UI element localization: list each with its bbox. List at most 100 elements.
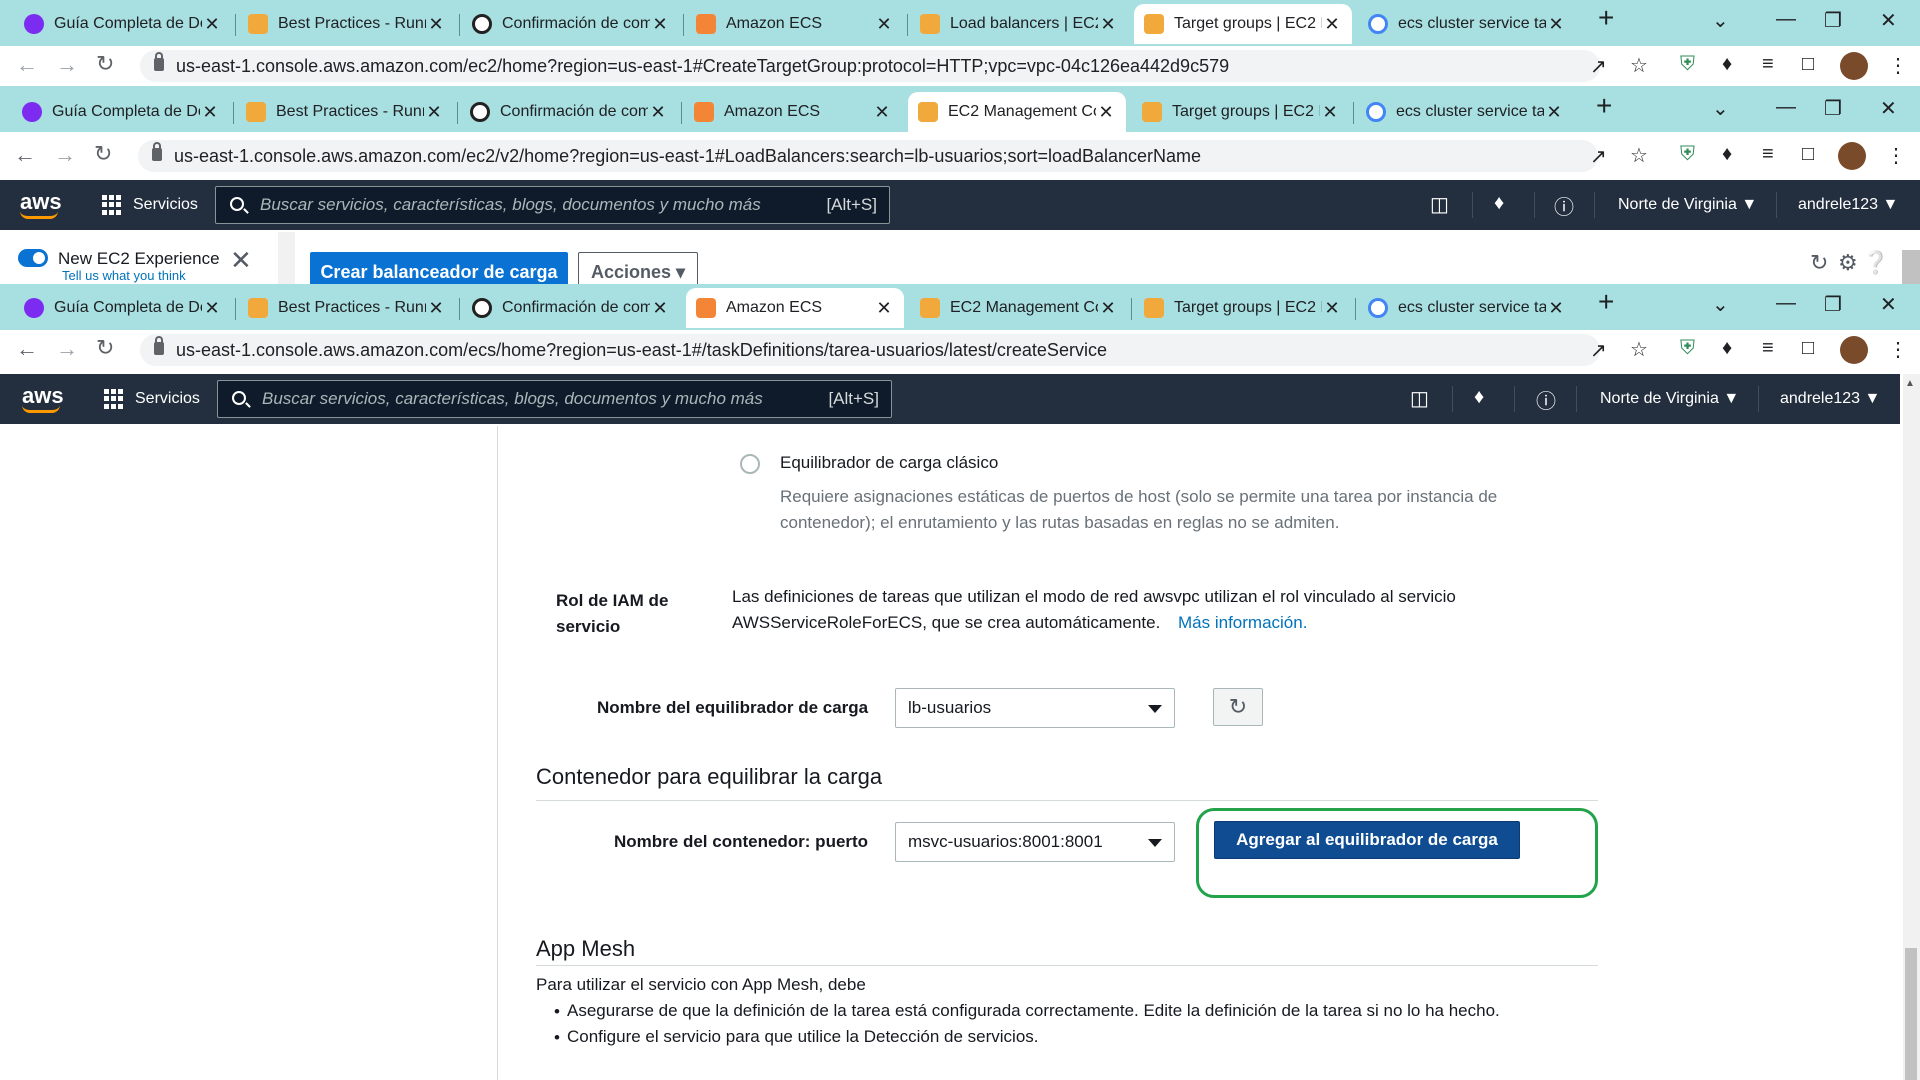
puzzle-icon[interactable]: ♦ [1722,337,1732,360]
restore-icon[interactable]: ❐ [1824,96,1842,121]
browser-tab[interactable]: Load balancers | EC2 M✕ [910,4,1128,44]
close-tab-icon[interactable]: ✕ [648,102,668,123]
close-tab-icon[interactable]: ✕ [1098,298,1118,319]
browser-tab[interactable]: Target groups | EC2 M ✕ [1134,288,1352,328]
close-window-icon[interactable]: ✕ [1880,96,1897,121]
account-menu[interactable]: andrele123 ▼ [1798,196,1898,214]
browser-tab[interactable]: ecs cluster service tas ✕ [1358,288,1576,328]
browser-tab[interactable]: ecs cluster service tas ✕ [1356,92,1574,132]
browser-tab[interactable]: Amazon ECS ✕ [684,92,902,132]
menu-icon[interactable]: ⋮ [1888,53,1908,78]
sidepanel-icon[interactable]: □ [1802,143,1814,166]
classic-lb-radio[interactable] [740,454,760,474]
close-tab-icon[interactable]: ✕ [1096,102,1116,123]
restore-icon[interactable]: ❐ [1824,292,1842,317]
aws-logo[interactable]: aws [20,189,62,219]
close-tab-icon[interactable]: ✕ [1544,102,1564,123]
browser-tab[interactable]: Amazon ECS ✕ [686,4,904,44]
close-tab-icon[interactable]: ✕ [200,102,220,123]
close-tab-icon[interactable]: ✕ [1546,298,1566,319]
forward-icon[interactable]: → [56,336,78,362]
reload-icon[interactable]: ↻ [96,335,114,361]
browser-tab[interactable]: Confirmación de com ✕ [462,4,680,44]
media-icon[interactable]: ≡ [1762,337,1774,360]
sidepanel-icon[interactable]: □ [1802,53,1814,76]
cloudshell-icon[interactable]: ◫ [1410,386,1429,411]
close-tab-icon[interactable]: ✕ [872,102,892,123]
region-selector[interactable]: Norte de Virginia ▼ [1618,196,1757,214]
chevron-down-icon[interactable]: ⌄ [1712,292,1729,317]
close-tab-icon[interactable]: ✕ [1320,102,1340,123]
browser-tab[interactable]: Confirmación de com ✕ [462,288,680,328]
close-tab-icon[interactable]: ✕ [650,298,670,319]
new-tab-icon[interactable]: + [1596,90,1612,122]
close-window-icon[interactable]: ✕ [1880,292,1897,317]
browser-tab[interactable]: Target groups | EC2 M ✕ [1134,4,1352,44]
new-tab-icon[interactable]: + [1598,2,1614,34]
star-icon[interactable]: ☆ [1630,337,1648,362]
close-window-icon[interactable]: ✕ [1880,8,1897,33]
refresh-lb-button[interactable]: ↻ [1213,688,1263,726]
close-tab-icon[interactable]: ✕ [1546,14,1566,35]
container-port-select[interactable]: msvc-usuarios:8001:8001 [895,822,1175,862]
browser-tab[interactable]: Target groups | EC2 M ✕ [1132,92,1350,132]
services-menu[interactable]: Servicios [135,390,200,408]
shield-extension-icon[interactable]: ⛨ [1680,143,1695,166]
close-tab-icon[interactable]: ✕ [874,14,894,35]
services-menu[interactable]: Servicios [133,196,198,214]
forward-icon[interactable]: → [56,52,78,78]
aws-logo[interactable]: aws [22,383,64,413]
media-icon[interactable]: ≡ [1762,53,1774,76]
add-to-load-balancer-button[interactable]: Agregar al equilibrador de carga [1214,821,1520,859]
aws-search-input[interactable]: Buscar servicios, características, blogs… [215,186,890,224]
notifications-icon[interactable]: ♦ [1494,192,1504,215]
browser-tab[interactable]: Guía Completa de Do ✕ [12,92,230,132]
region-selector[interactable]: Norte de Virginia ▼ [1600,390,1739,408]
sidepanel-icon[interactable]: □ [1802,337,1814,360]
scrollbar-thumb[interactable] [1902,250,1920,286]
close-icon[interactable]: ✕ [230,245,252,276]
aws-search-input[interactable]: Buscar servicios, características, blogs… [217,380,892,418]
help-icon[interactable]: ⓘ [1536,385,1556,414]
gear-icon[interactable]: ⚙ [1838,250,1858,276]
browser-tab[interactable]: Best Practices - Runni ✕ [238,288,456,328]
close-tab-icon[interactable]: ✕ [1098,14,1118,35]
refresh-icon[interactable]: ↻ [1810,250,1828,276]
close-tab-icon[interactable]: ✕ [202,14,222,35]
page-scrollbar-thumb[interactable] [1905,948,1917,1080]
browser-tab[interactable]: Guía Completa de Do ✕ [14,4,232,44]
close-tab-icon[interactable]: ✕ [1322,298,1342,319]
url-input[interactable]: us-east-1.console.aws.amazon.com/ec2/v2/… [138,140,1598,172]
cloudshell-icon[interactable]: ◫ [1430,192,1449,217]
reload-icon[interactable]: ↻ [96,51,114,77]
scroll-up-icon[interactable]: ▲ [1905,378,1915,389]
reload-icon[interactable]: ↻ [94,141,112,167]
share-icon[interactable]: ↗ [1590,338,1607,363]
restore-icon[interactable]: ❐ [1824,8,1842,33]
puzzle-icon[interactable]: ♦ [1722,53,1732,76]
browser-tab[interactable]: Confirmación de com ✕ [460,92,678,132]
account-menu[interactable]: andrele123 ▼ [1780,390,1880,408]
new-tab-icon[interactable]: + [1598,286,1614,318]
browser-tab[interactable]: ecs cluster service tas ✕ [1358,4,1576,44]
avatar[interactable] [1840,52,1868,80]
close-tab-icon[interactable]: ✕ [426,14,446,35]
minimize-icon[interactable]: — [1776,96,1796,119]
close-tab-icon[interactable]: ✕ [1322,14,1342,35]
classic-lb-label[interactable]: Equilibrador de carga clásico [780,450,998,476]
chevron-down-icon[interactable]: ⌄ [1712,96,1729,121]
shield-extension-icon[interactable]: ⛨ [1680,337,1695,360]
help-icon[interactable]: ⓘ [1554,191,1574,220]
browser-tab[interactable]: Amazon ECS ✕ [686,288,904,328]
minimize-icon[interactable]: — [1776,292,1796,315]
close-tab-icon[interactable]: ✕ [874,298,894,319]
media-icon[interactable]: ≡ [1762,143,1774,166]
browser-tab[interactable]: EC2 Management Con ✕ [910,288,1128,328]
browser-tab[interactable]: Guía Completa de Do ✕ [14,288,232,328]
help-icon[interactable]: ❔ [1862,250,1889,276]
close-tab-icon[interactable]: ✕ [202,298,222,319]
more-info-link[interactable]: Más información. [1178,610,1307,636]
back-icon[interactable]: ← [16,52,38,78]
close-tab-icon[interactable]: ✕ [424,102,444,123]
back-icon[interactable]: ← [14,142,36,168]
